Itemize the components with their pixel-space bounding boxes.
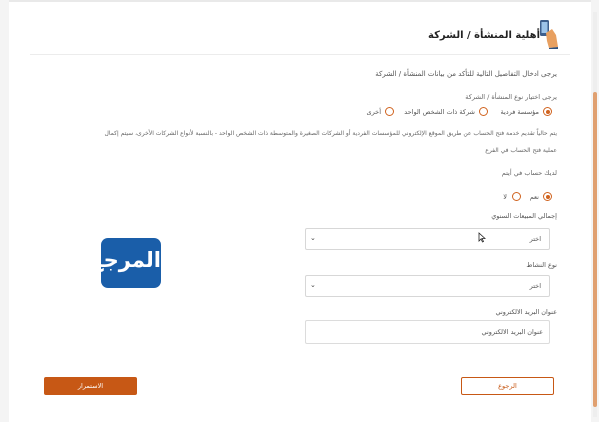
phone-hand-icon [540,20,558,49]
annual-sales-select[interactable]: ⌄ اختر [305,228,550,250]
entity-type-question: يرجى اختيار نوع المنشأة / الشركة [465,93,557,101]
has-account-question: لديك حساب في أيتم [501,169,557,177]
watermark-logo-text: المرجع [89,248,161,272]
back-button[interactable]: الرجوع [461,377,554,395]
instructions-text: يرجى ادخال التفاصيل التالية للتأكد من بي… [375,70,557,78]
radio-label-sole-proprietorship: مؤسسة فردية [500,108,539,116]
activity-type-value: اختر [529,282,541,290]
radio-label-no: لا [503,193,507,201]
radio-label-yes: نعم [529,193,539,201]
activity-type-label: نوع النشاط [526,261,557,269]
radio-has-account-yes[interactable] [543,192,552,201]
page-title: أهلية المنشأة / الشركة [428,30,540,41]
annual-sales-label: إجمالي المبيعات السنوي [491,212,557,220]
header-divider [30,54,570,55]
activity-type-select[interactable]: ⌄ اختر [305,275,550,297]
scrollbar-thumb[interactable] [593,92,597,407]
chevron-down-icon: ⌄ [310,281,316,289]
radio-label-single-person-company: شركة ذات الشخص الواحد [404,108,475,116]
radio-single-person-company[interactable] [479,107,488,116]
email-input[interactable] [305,320,550,344]
mouse-cursor-icon [478,232,486,243]
continue-button[interactable]: الاستمرار [44,377,137,395]
radio-has-account-no[interactable] [512,192,521,201]
note-line-1: يتم حالياً تقديم خدمة فتح الحساب عن طريق… [104,130,557,137]
left-gutter [0,0,9,422]
email-label: عنوان البريد الالكتروني [495,308,557,316]
radio-label-other: أخرى [366,108,382,116]
window-top-edge [0,0,599,2]
radio-other[interactable] [385,107,394,116]
chevron-down-icon: ⌄ [310,234,316,242]
watermark-logo: المرجع [89,238,161,288]
annual-sales-value: اختر [529,235,541,243]
note-line-2: عملية فتح الحساب في الفرع [485,147,557,154]
radio-sole-proprietorship[interactable] [543,107,552,116]
